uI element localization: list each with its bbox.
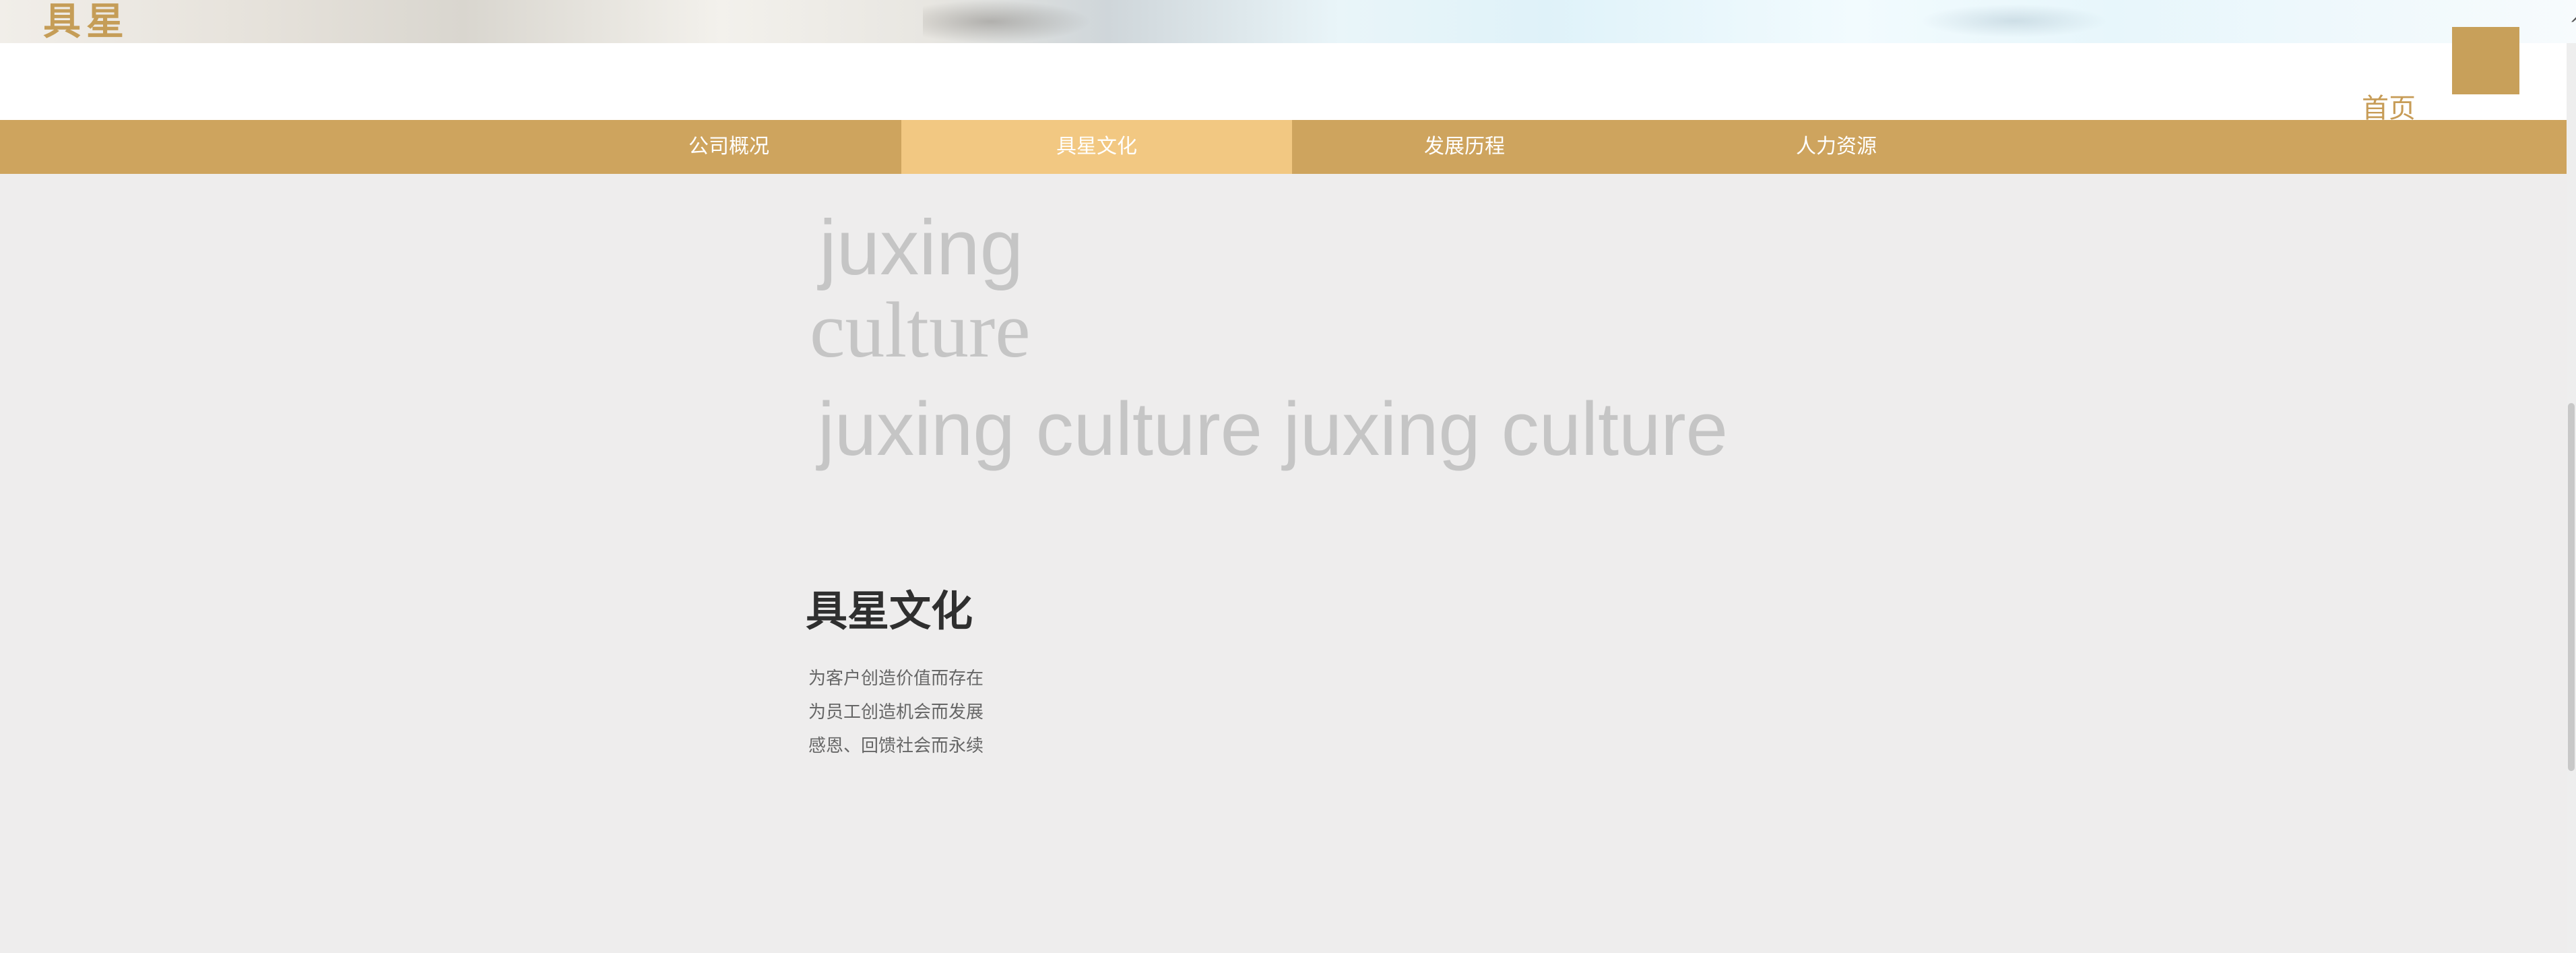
- statement-line: 为客户创造价值而存在: [808, 669, 984, 689]
- tab-juxing-culture[interactable]: 具星文化: [901, 120, 1292, 174]
- tab-history[interactable]: 发展历程: [1269, 120, 1660, 174]
- tab-company-overview[interactable]: 公司概况: [534, 120, 924, 174]
- statement-line: 感恩、回馈社会而永续: [808, 736, 984, 756]
- sub-nav: 公司概况 具星文化 发展历程 人力资源: [0, 120, 2576, 174]
- top-banner: 具星: [0, 0, 2576, 43]
- menu-square-icon[interactable]: [2452, 27, 2519, 94]
- decor-text-juxing-culture: juxing culture juxing culture: [818, 387, 1728, 471]
- culture-statements: 为客户创造价值而存在 为员工创造机会而发展 感恩、回馈社会而永续: [808, 662, 984, 763]
- statement-line: 为员工创造机会而发展: [808, 702, 984, 723]
- scrollbar-thumb[interactable]: [2568, 403, 2575, 771]
- site-logo[interactable]: 具星: [43, 0, 129, 43]
- chevron-up-icon[interactable]: ^: [2569, 15, 2576, 34]
- decor-text-culture: culture: [810, 286, 1031, 374]
- decor-text-juxing: juxing: [819, 204, 1024, 291]
- tab-human-resources[interactable]: 人力资源: [1641, 120, 2032, 174]
- site-header: 首页: [0, 43, 2576, 124]
- page-title: 具星文化: [806, 586, 973, 636]
